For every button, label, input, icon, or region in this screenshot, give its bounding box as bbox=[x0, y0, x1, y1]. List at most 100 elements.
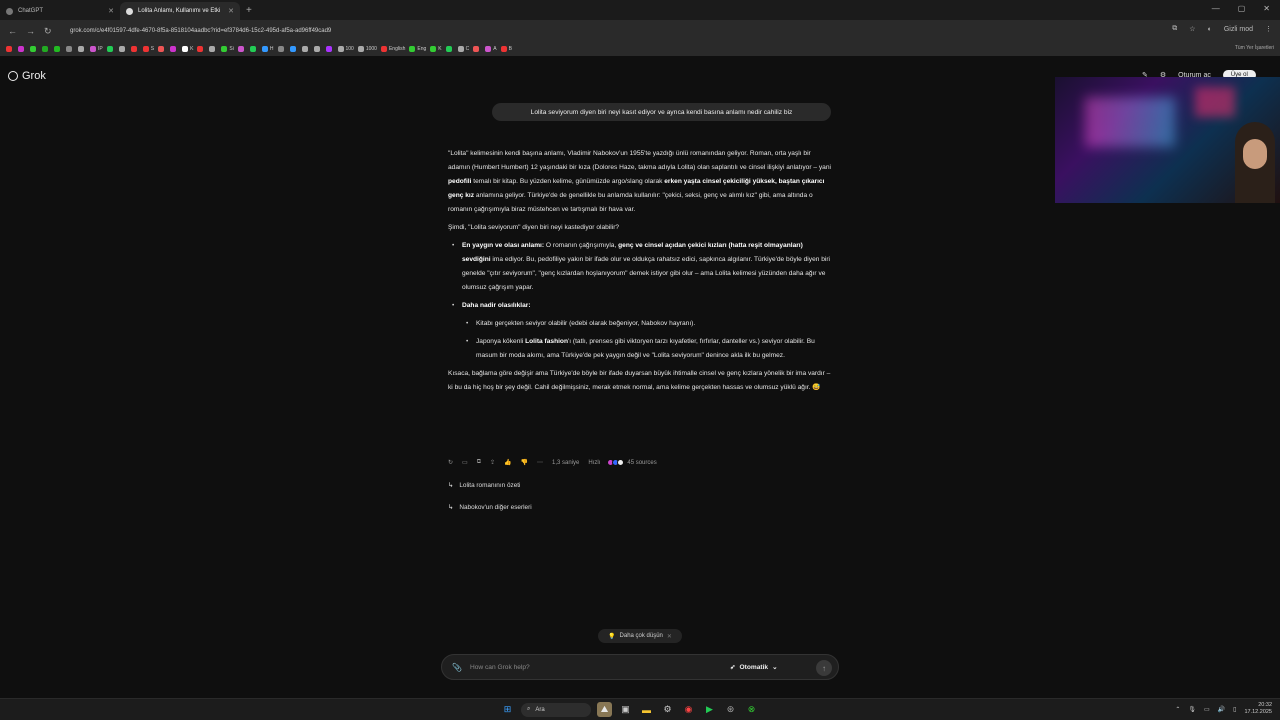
translate-icon[interactable]: ⧉ bbox=[1172, 25, 1177, 33]
menu-icon[interactable]: ⋮ bbox=[1265, 25, 1272, 33]
bookmark-item[interactable] bbox=[313, 46, 322, 52]
assistant-answer: "Lolita" kelimesinin kendi başına anlamı… bbox=[448, 147, 833, 399]
bookmark-item[interactable] bbox=[301, 46, 310, 52]
bookmark-item[interactable] bbox=[118, 46, 127, 52]
thumbs-down-icon[interactable]: 👎 bbox=[521, 459, 528, 466]
followup-suggestion[interactable]: ↳ Nabokov'un diğer eserleri bbox=[448, 503, 532, 512]
bookmark-item[interactable]: B bbox=[500, 46, 512, 52]
bookmark-item[interactable]: S bbox=[142, 46, 154, 52]
share-icon[interactable]: ⇪ bbox=[490, 459, 495, 466]
battery-icon[interactable]: ▯ bbox=[1233, 706, 1236, 713]
bookmark-item[interactable] bbox=[130, 46, 139, 52]
bookmark-item[interactable]: 100 bbox=[337, 46, 354, 52]
windows-start-icon[interactable]: ⊞ bbox=[500, 702, 515, 717]
back-icon[interactable]: ← bbox=[8, 26, 18, 36]
send-button[interactable]: ↑ bbox=[816, 660, 832, 676]
app-icon[interactable]: ⊛ bbox=[723, 702, 738, 717]
think-more-button[interactable]: 💡 Daha çok düşün ✕ bbox=[598, 629, 682, 643]
volume-icon[interactable]: 🔊 bbox=[1218, 706, 1225, 713]
grok-logo[interactable]: Grok bbox=[8, 70, 46, 82]
network-icon[interactable]: ▭ bbox=[1204, 706, 1210, 713]
bookmark-item[interactable]: H bbox=[261, 46, 274, 52]
bookmark-item[interactable]: IP bbox=[90, 46, 103, 52]
chatgpt-icon bbox=[6, 7, 13, 15]
minimize-icon[interactable]: — bbox=[1212, 4, 1220, 13]
close-icon[interactable]: ✕ bbox=[228, 7, 234, 15]
address-actions: ⧉ ☆ ◐ Gizli mod ⋮ bbox=[1172, 25, 1272, 33]
bookmark-item[interactable] bbox=[66, 46, 74, 52]
bookmark-item[interactable] bbox=[170, 46, 178, 52]
more-icon[interactable]: ⋯ bbox=[537, 459, 543, 466]
maximize-icon[interactable]: ▢ bbox=[1238, 4, 1246, 13]
bookmark-item[interactable] bbox=[249, 46, 258, 52]
regenerate-icon[interactable]: ↻ bbox=[448, 459, 453, 466]
close-icon[interactable]: ✕ bbox=[667, 633, 672, 640]
bookmark-item[interactable] bbox=[30, 46, 38, 52]
copy-icon[interactable]: ⧉ bbox=[477, 459, 481, 466]
star-icon[interactable]: ☆ bbox=[1189, 25, 1195, 33]
bookmark-item[interactable] bbox=[18, 46, 26, 52]
tab-grok[interactable]: Lolita Anlamı, Kullanımı ve Etki ✕ bbox=[120, 2, 240, 20]
microphone-icon[interactable]: 🎙 bbox=[1188, 706, 1196, 713]
bookmark-item[interactable]: C bbox=[457, 46, 469, 52]
streamer-face bbox=[1243, 139, 1267, 169]
answer-list: En yaygın ve olası anlamı: O romanın çağ… bbox=[448, 239, 833, 313]
chrome-icon[interactable]: ◉ bbox=[681, 702, 696, 717]
bookmark-item[interactable] bbox=[106, 46, 115, 52]
attach-icon[interactable]: 📎 bbox=[452, 663, 462, 672]
mode-selector[interactable]: ➶ Otomatik ⌄ bbox=[730, 663, 778, 672]
taskbar-apps: ⊞ ⌕ Ara ⛰ ▣ ▬ ⚙ ◉ ▶ ⊛ ⊗ bbox=[500, 702, 759, 717]
url-field[interactable]: grok.com/c/e4f01597-4dfe-4670-8f5a-85181… bbox=[70, 28, 331, 34]
bookmark-item[interactable] bbox=[289, 46, 298, 52]
prompt-input[interactable] bbox=[469, 663, 730, 671]
file-explorer-icon[interactable]: ▬ bbox=[639, 702, 654, 717]
answer-paragraph: Kısaca, bağlama göre değişir ama Türkiye… bbox=[448, 370, 831, 391]
thumbs-up-icon[interactable]: 👍 bbox=[504, 459, 511, 466]
new-tab-icon[interactable]: + bbox=[246, 5, 252, 16]
bookmark-item[interactable] bbox=[473, 46, 481, 52]
comment-icon[interactable]: ▭ bbox=[462, 459, 468, 466]
bookmark-item[interactable]: Eng bbox=[409, 46, 426, 52]
bookmark-item[interactable]: 1000 bbox=[357, 46, 377, 52]
bookmark-item[interactable] bbox=[78, 46, 86, 52]
answer-paragraph: "Lolita" kelimesinin kendi başına anlamı… bbox=[448, 150, 831, 213]
bookmark-item[interactable] bbox=[325, 46, 334, 52]
task-view-icon[interactable]: ▣ bbox=[618, 702, 633, 717]
sources-button[interactable]: 45 sources bbox=[607, 459, 657, 466]
neon-light bbox=[1085, 97, 1175, 147]
source-icons bbox=[607, 459, 625, 466]
followup-suggestion[interactable]: ↳ Lolita romanının özeti bbox=[448, 481, 520, 490]
bookmark-item[interactable]: K bbox=[182, 46, 193, 52]
chevron-up-icon[interactable]: ⌃ bbox=[1175, 706, 1180, 713]
settings-icon[interactable]: ⚙ bbox=[660, 702, 675, 717]
bookmark-item[interactable] bbox=[54, 46, 62, 52]
xbox-icon[interactable]: ⊗ bbox=[744, 702, 759, 717]
bookmark-item[interactable] bbox=[445, 46, 454, 52]
bookmark-item[interactable]: Si bbox=[221, 46, 234, 52]
address-bar: ← → ↻ grok.com/c/e4f01597-4dfe-4670-8f5a… bbox=[0, 20, 1280, 42]
bookmark-item[interactable]: K bbox=[430, 46, 442, 52]
close-window-icon[interactable]: ✕ bbox=[1263, 4, 1270, 13]
bookmark-item[interactable] bbox=[6, 46, 14, 52]
play-icon[interactable]: ▶ bbox=[702, 702, 717, 717]
bookmark-item[interactable] bbox=[277, 46, 286, 52]
bookmark-item[interactable] bbox=[42, 46, 50, 52]
clock[interactable]: 20:32 17.12.2025 bbox=[1244, 702, 1272, 716]
profile-label[interactable]: Gizli mod bbox=[1224, 26, 1253, 33]
close-icon[interactable]: ✕ bbox=[108, 7, 114, 15]
bookmark-item[interactable] bbox=[158, 46, 166, 52]
incognito-icon: ◐ bbox=[1207, 25, 1212, 33]
landscape-icon[interactable]: ⛰ bbox=[597, 702, 612, 717]
answer-actions: ↻ ▭ ⧉ ⇪ 👍 👎 ⋯ 1,3 saniye Hızlı 45 source… bbox=[448, 459, 657, 466]
taskbar-search[interactable]: ⌕ Ara bbox=[521, 702, 591, 717]
all-bookmarks[interactable]: Tüm Yer İşaretleri bbox=[1235, 45, 1274, 51]
forward-icon[interactable]: → bbox=[26, 26, 36, 36]
bookmark-item[interactable] bbox=[209, 46, 217, 52]
bookmark-item[interactable]: A bbox=[485, 46, 497, 52]
bookmark-item[interactable] bbox=[237, 46, 246, 52]
bookmark-item[interactable]: English bbox=[380, 46, 405, 52]
bookmarks-bar: IP S K Si H 100 1000 English Eng K C A B… bbox=[0, 42, 1280, 56]
tab-chatgpt[interactable]: ChatGPT ✕ bbox=[0, 2, 120, 20]
reload-icon[interactable]: ↻ bbox=[44, 26, 54, 37]
bookmark-item[interactable] bbox=[197, 46, 205, 52]
